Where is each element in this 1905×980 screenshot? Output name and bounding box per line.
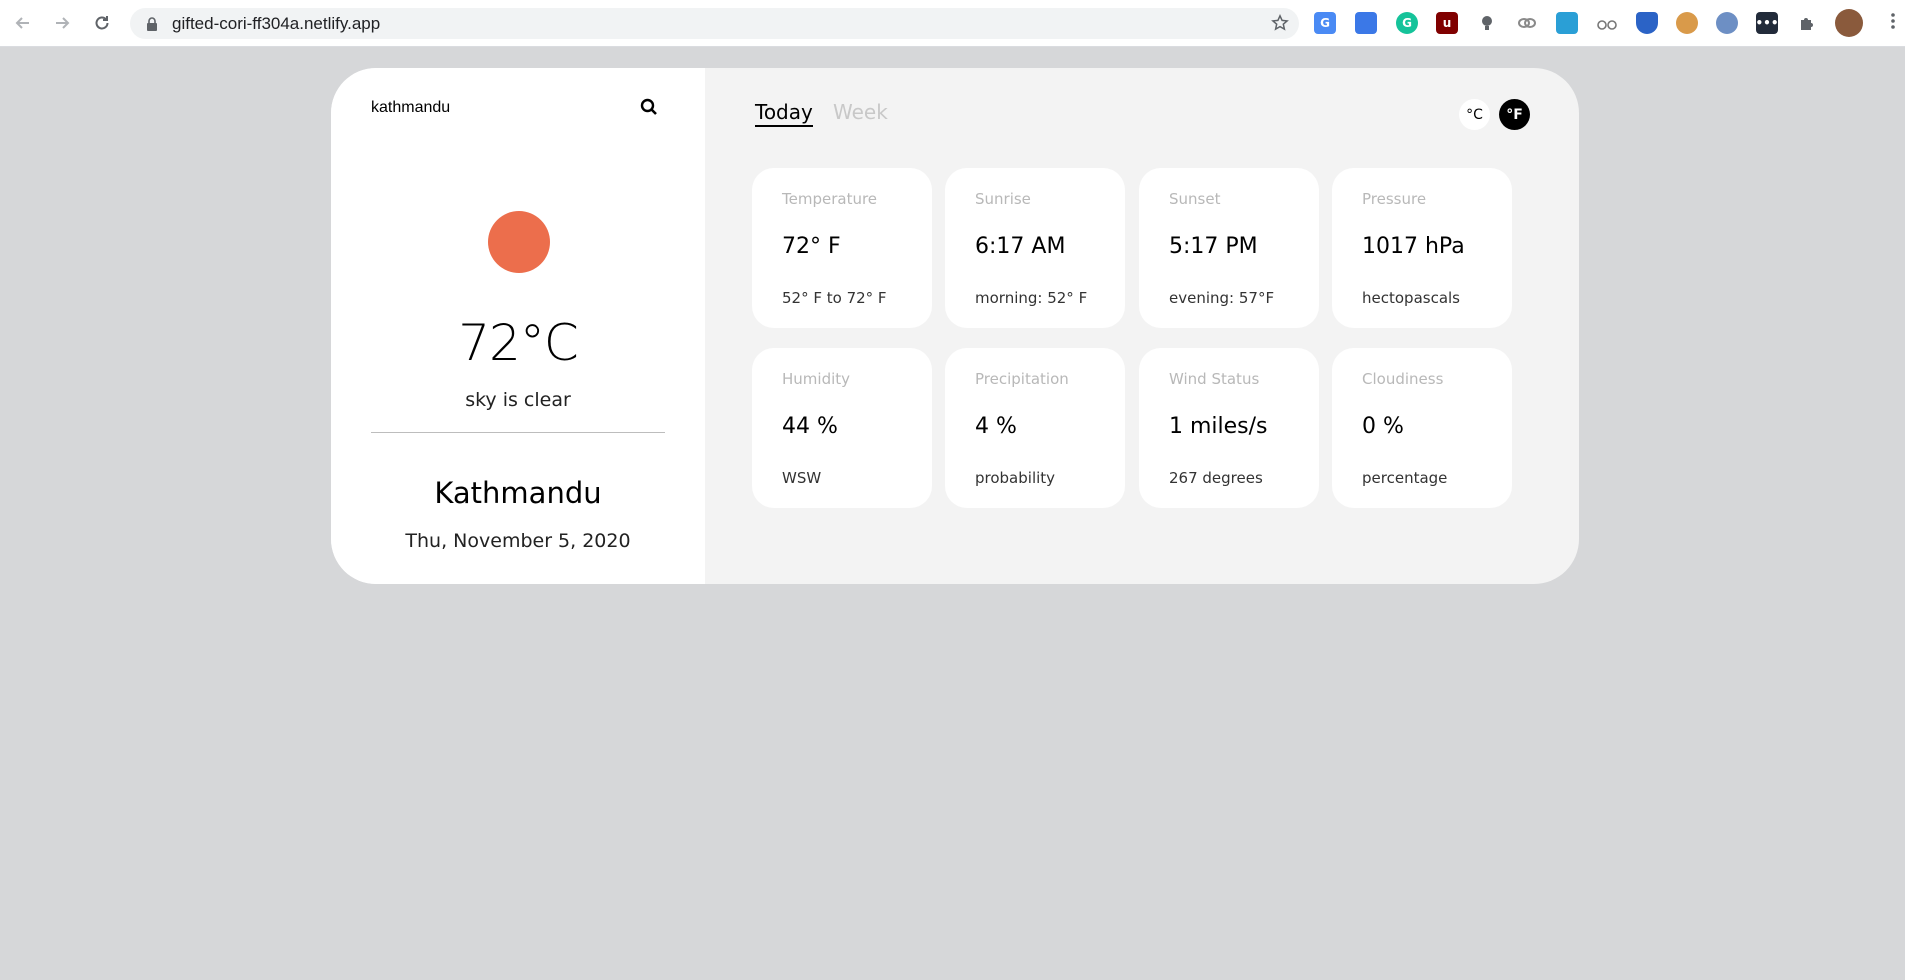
lock-icon [146, 16, 158, 35]
tile-value: 1017 hPa [1362, 234, 1465, 259]
image-extension-icon[interactable] [1556, 12, 1578, 34]
tile-subtext: probability [975, 469, 1056, 487]
search-icon[interactable] [640, 98, 658, 120]
tile-subtext: hectopascals [1362, 289, 1460, 307]
tile-label: Pressure [1362, 190, 1427, 208]
tile-sunset: Sunset 5:17 PM evening: 57°F [1139, 168, 1319, 328]
bulb-extension-icon[interactable] [1476, 12, 1498, 34]
sun-icon [488, 211, 550, 273]
weather-description: sky is clear [465, 389, 571, 411]
tile-value: 1 miles/s [1169, 414, 1268, 439]
bike-extension-icon[interactable] [1596, 12, 1618, 34]
celsius-button[interactable]: °C [1459, 99, 1490, 130]
tile-value: 72° F [782, 234, 841, 259]
tile-label: Wind Status [1169, 370, 1260, 388]
translate-extension-icon[interactable]: G [1314, 12, 1336, 34]
tile-label: Temperature [782, 190, 878, 208]
face-extension-icon[interactable] [1716, 12, 1738, 34]
divider [371, 432, 665, 433]
tile-label: Precipitation [975, 370, 1069, 388]
tile-label: Sunset [1169, 190, 1221, 208]
calendar-extension-icon[interactable] [1355, 12, 1377, 34]
tile-value: 4 % [975, 414, 1017, 439]
tile-subtext: evening: 57°F [1169, 289, 1275, 307]
tile-sunrise: Sunrise 6:17 AM morning: 52° F [945, 168, 1125, 328]
tile-subtext: WSW [782, 469, 822, 487]
tile-humidity: Humidity 44 % WSW [752, 348, 932, 508]
tile-subtext: percentage [1362, 469, 1448, 487]
tile-value: 5:17 PM [1169, 234, 1258, 259]
profile-avatar[interactable] [1835, 9, 1863, 37]
tile-precipitation: Precipitation 4 % probability [945, 348, 1125, 508]
current-weather-panel: 72°C sky is clear Kathmandu Thu, Novembe… [331, 68, 705, 584]
tile-label: Sunrise [975, 190, 1031, 208]
tile-temperature: Temperature 72° F 52° F to 72° F [752, 168, 932, 328]
address-url[interactable]: gifted-cori-ff304a.netlify.app [172, 14, 380, 34]
browser-toolbar: gifted-cori-ff304a.netlify.app G G u ••• [0, 0, 1905, 47]
tile-subtext: morning: 52° F [975, 289, 1088, 307]
tile-subtext: 52° F to 72° F [782, 289, 887, 307]
city-search-input[interactable] [371, 96, 621, 120]
tile-value: 6:17 AM [975, 234, 1066, 259]
current-temperature: 72°C [458, 314, 579, 372]
link-extension-icon[interactable] [1516, 12, 1538, 34]
grammarly-extension-icon[interactable]: G [1396, 12, 1418, 34]
tile-value: 44 % [782, 414, 838, 439]
tile-value: 0 % [1362, 414, 1404, 439]
ublock-extension-icon[interactable]: u [1436, 12, 1458, 34]
tile-label: Humidity [782, 370, 851, 388]
tile-subtext: 267 degrees [1169, 469, 1263, 487]
puzzle-extensions-icon[interactable] [1796, 12, 1818, 34]
cookie-extension-icon[interactable] [1676, 12, 1698, 34]
address-bar[interactable]: gifted-cori-ff304a.netlify.app [130, 8, 1299, 39]
tile-wind-status: Wind Status 1 miles/s 267 degrees [1139, 348, 1319, 508]
tile-cloudiness: Cloudiness 0 % percentage [1332, 348, 1512, 508]
tile-pressure: Pressure 1017 hPa hectopascals [1332, 168, 1512, 328]
tab-today[interactable]: Today [755, 100, 813, 127]
reload-icon[interactable] [90, 11, 114, 35]
shield-extension-icon[interactable] [1636, 12, 1658, 34]
dots-extension-icon[interactable]: ••• [1756, 12, 1779, 34]
bookmark-star-icon[interactable] [1271, 13, 1289, 36]
current-date: Thu, November 5, 2020 [405, 530, 631, 552]
tab-week[interactable]: Week [833, 100, 888, 124]
forward-arrow-icon[interactable] [50, 11, 74, 35]
tile-label: Cloudiness [1362, 370, 1444, 388]
back-arrow-icon[interactable] [11, 11, 35, 35]
city-name: Kathmandu [434, 476, 602, 510]
weather-card: 72°C sky is clear Kathmandu Thu, Novembe… [331, 68, 1579, 584]
browser-menu-icon[interactable] [1891, 12, 1895, 34]
fahrenheit-button[interactable]: °F [1499, 99, 1530, 130]
